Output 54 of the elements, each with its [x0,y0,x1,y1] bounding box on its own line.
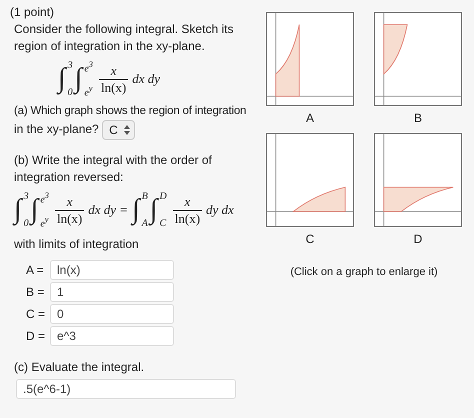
answer-field[interactable]: 1 [50,282,174,302]
upper-limit: e$^{3}$ [84,60,93,74]
question-text: (a) Which graph shows the region of integration [14,104,248,119]
lower-limit: e$^{y}$ [84,84,93,98]
lower-limit: 0 [68,87,73,98]
differentials: dx dy = [88,202,128,218]
limit-label: A = [26,263,45,277]
graph-thumbnail[interactable] [374,133,462,227]
upper-limit: 3 [24,191,29,202]
graph-thumbnail[interactable] [266,133,354,227]
question-text: Consider the following integral. Sketch its region of integration in the xy-plane. [14,21,234,55]
denominator: ln(x) [98,78,128,96]
graph-label: D [414,232,422,246]
answer-field[interactable]: .5(e^6-1) [16,379,236,399]
answer-field[interactable]: 0 [50,304,174,324]
numerator: x [110,62,118,78]
denominator: ln(x) [172,210,202,226]
upper-limit: D [160,191,167,202]
graph-thumbnail[interactable] [374,12,462,106]
denominator: ln(x) [54,210,84,226]
upper-limit: B [142,191,148,202]
integral-sign: ∫ [150,194,158,228]
limit-label: D = [26,329,46,343]
graph-thumbnail[interactable] [266,12,354,106]
question-text: (c) Evaluate the integral. [14,359,146,376]
point-value: (1 point) [10,4,56,21]
answer-select[interactable]: C [102,120,135,140]
answer-field[interactable]: e^3 [50,326,174,346]
graph-label: A [306,111,314,125]
integral-sign: ∫ [58,63,66,96]
differentials: dx dy [132,71,160,87]
upper-limit: e$^{3}$ [40,191,49,206]
differentials: dy dx [206,202,234,218]
lower-limit: C [160,218,167,229]
question-text: in the xy-plane? [14,122,99,136]
updown-icon [124,125,130,135]
integral-sign: ∫ [14,194,22,228]
integral-sign: ∫ [132,194,140,226]
graph-label: C [306,232,314,246]
lower-limit: A [142,218,148,229]
numerator: x [183,194,192,210]
lower-limit: 0 [24,218,29,229]
answer-field[interactable]: ln(x) [50,260,174,280]
graph-caption: (Click on a graph to enlarge it) [290,266,438,278]
lower-limit: e$^{y}$ [40,214,49,229]
instruction-text: with limits of integration [14,236,140,253]
limit-label: B = [26,285,46,299]
graph-label: B [414,111,422,125]
numerator: x [66,194,74,210]
integral-sign: ∫ [74,62,82,94]
question-text: (b) Write the integral with the order of integration reversed: [14,152,213,186]
upper-limit: 3 [68,60,73,71]
integral-sign: ∫ [30,193,38,226]
limit-label: C = [26,307,46,321]
